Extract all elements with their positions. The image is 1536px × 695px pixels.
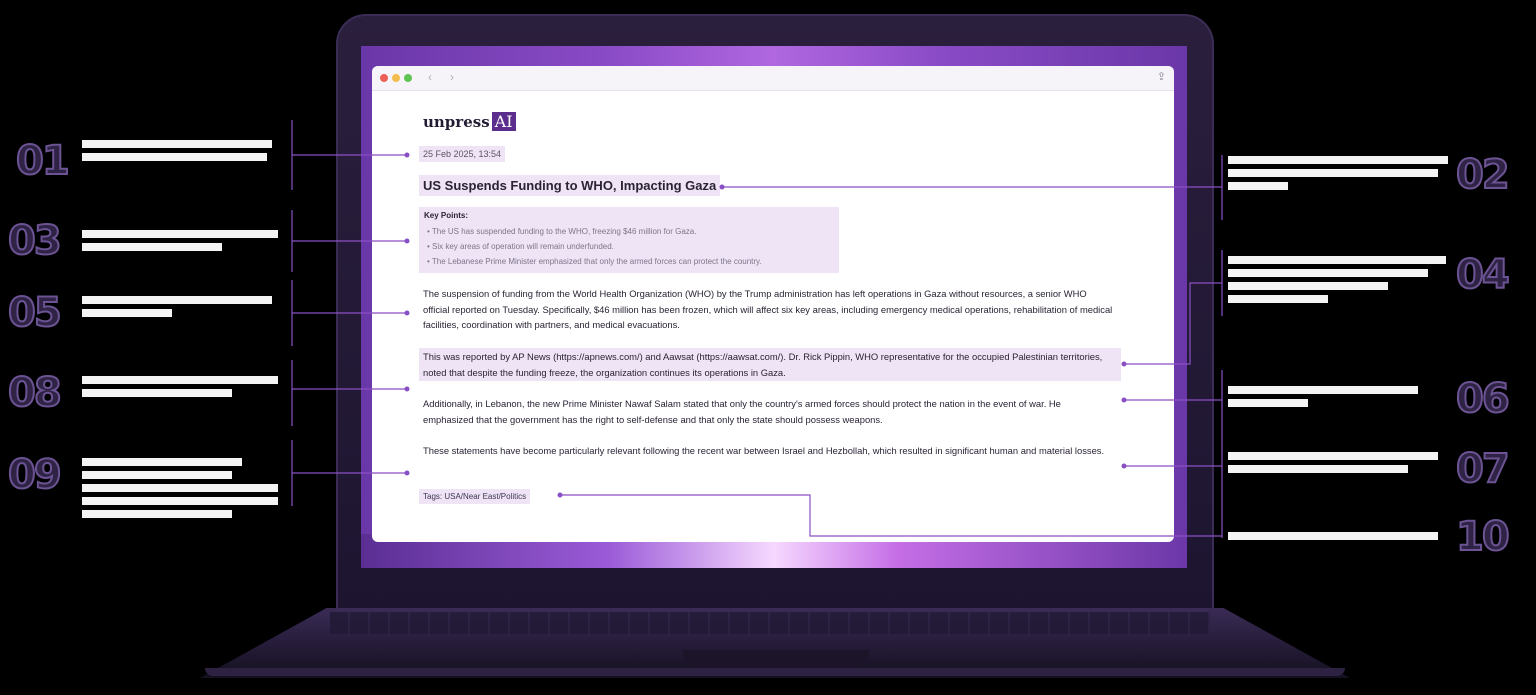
callout-text-06 bbox=[1228, 386, 1418, 412]
callout-number-03: 03 bbox=[7, 217, 63, 265]
callout-text-05 bbox=[82, 296, 272, 322]
callout-text-01 bbox=[82, 140, 272, 166]
callout-text-09 bbox=[82, 458, 278, 523]
callout-text-10 bbox=[1228, 532, 1438, 545]
callout-text-02 bbox=[1228, 156, 1448, 195]
callout-number-07: 07 bbox=[1455, 445, 1511, 493]
callout-number-01: 01 bbox=[15, 137, 71, 185]
callout-text-04 bbox=[1228, 256, 1448, 308]
callout-text-07 bbox=[1228, 452, 1438, 478]
callout-number-05: 05 bbox=[7, 289, 63, 337]
callout-number-04: 04 bbox=[1455, 251, 1511, 299]
callout-number-08: 08 bbox=[7, 369, 63, 417]
callout-number-10: 10 bbox=[1455, 513, 1511, 561]
callout-number-09: 09 bbox=[7, 451, 63, 499]
callout-number-02: 02 bbox=[1455, 151, 1511, 199]
callout-connectors bbox=[291, 120, 1223, 538]
callout-number-06: 06 bbox=[1455, 375, 1511, 423]
callout-text-08 bbox=[82, 376, 278, 402]
callout-text-03 bbox=[82, 230, 278, 256]
